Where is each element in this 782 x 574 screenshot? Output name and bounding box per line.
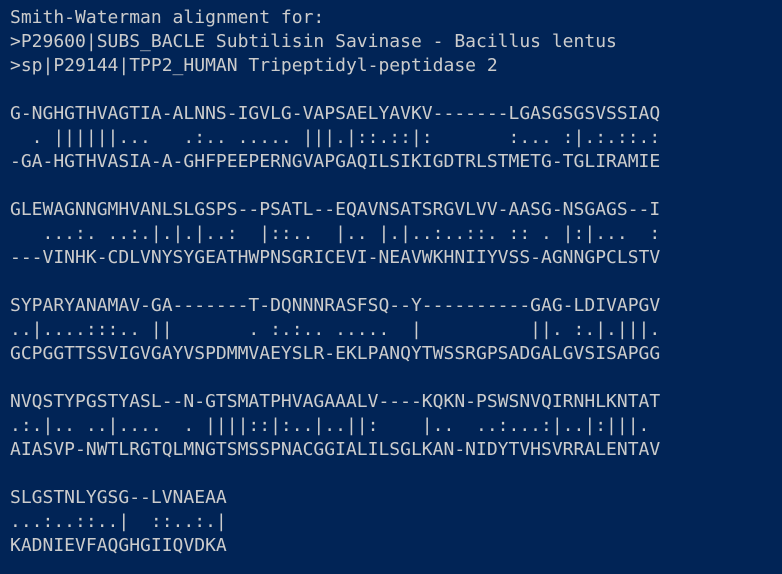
alignment-block-3: SYPARYANAMAV-GA-------T-DQNNNRASFSQ--Y--… <box>10 294 782 366</box>
query-sequence-line: SYPARYANAMAV-GA-------T-DQNNNRASFSQ--Y--… <box>10 295 661 316</box>
alignment-block-5: SLGSTNLYGSG--LVNAEAA ...:..::..| ::..:.|… <box>10 486 782 558</box>
query-sequence-line: NVQSTYPGSTYASL--N-GTSMATPHVAGAAALV----KQ… <box>10 391 661 412</box>
terminal-window[interactable]: Smith-Waterman alignment for: >P29600|SU… <box>0 0 782 574</box>
header-subject-sequence: >sp|P29144|TPP2_HUMAN Tripeptidyl-peptid… <box>10 55 498 76</box>
match-line: ...:. ..:.|.|.|..: |::.. |.. |.|..:..::.… <box>10 223 661 244</box>
header-title: Smith-Waterman alignment for: <box>10 7 325 28</box>
subject-sequence-line: KADNIEVFAQGHGIIQVDKA <box>10 535 227 556</box>
match-line: ...:..::..| ::..:.| <box>10 511 227 532</box>
subject-sequence-line: AIASVP-NWTLRGTQLMNGTSMSSPNACGGIALILSGLKA… <box>10 439 661 460</box>
match-line: . ||||||... .:.. ..... |||.|::.::|: :...… <box>10 127 661 148</box>
alignment-block-1: G-NGHGTHVAGTIA-ALNNS-IGVLG-VAPSAELYAVKV-… <box>10 102 782 174</box>
query-sequence-line: SLGSTNLYGSG--LVNAEAA <box>10 487 227 508</box>
query-sequence-line: GLEWAGNNGMHVANLSLGSPS--PSATL--EQAVNSATSR… <box>10 199 661 220</box>
subject-sequence-line: GCPGGTTSSVIGVGAYVSPDMMVAEYSLR-EKLPANQYTW… <box>10 343 661 364</box>
match-line: ..|....:::.. || . :.:.. ..... | ||. :.|.… <box>10 319 661 340</box>
subject-sequence-line: ---VINHK-CDLVNYSYGEATHWPNSGRICEVI-NEAVWK… <box>10 247 661 268</box>
header-query-sequence: >P29600|SUBS_BACLE Subtilisin Savinase -… <box>10 31 617 52</box>
alignment-block-2: GLEWAGNNGMHVANLSLGSPS--PSATL--EQAVNSATSR… <box>10 198 782 270</box>
query-sequence-line: G-NGHGTHVAGTIA-ALNNS-IGVLG-VAPSAELYAVKV-… <box>10 103 661 124</box>
subject-sequence-line: -GA-HGTHVASIA-A-GHFPEEPERNGVAPGAQILSIKIG… <box>10 151 661 172</box>
alignment-block-4: NVQSTYPGSTYASL--N-GTSMATPHVAGAAALV----KQ… <box>10 390 782 462</box>
match-line: .:.|.. ..|.... . ||||::|:..|..||: |.. ..… <box>10 415 650 436</box>
